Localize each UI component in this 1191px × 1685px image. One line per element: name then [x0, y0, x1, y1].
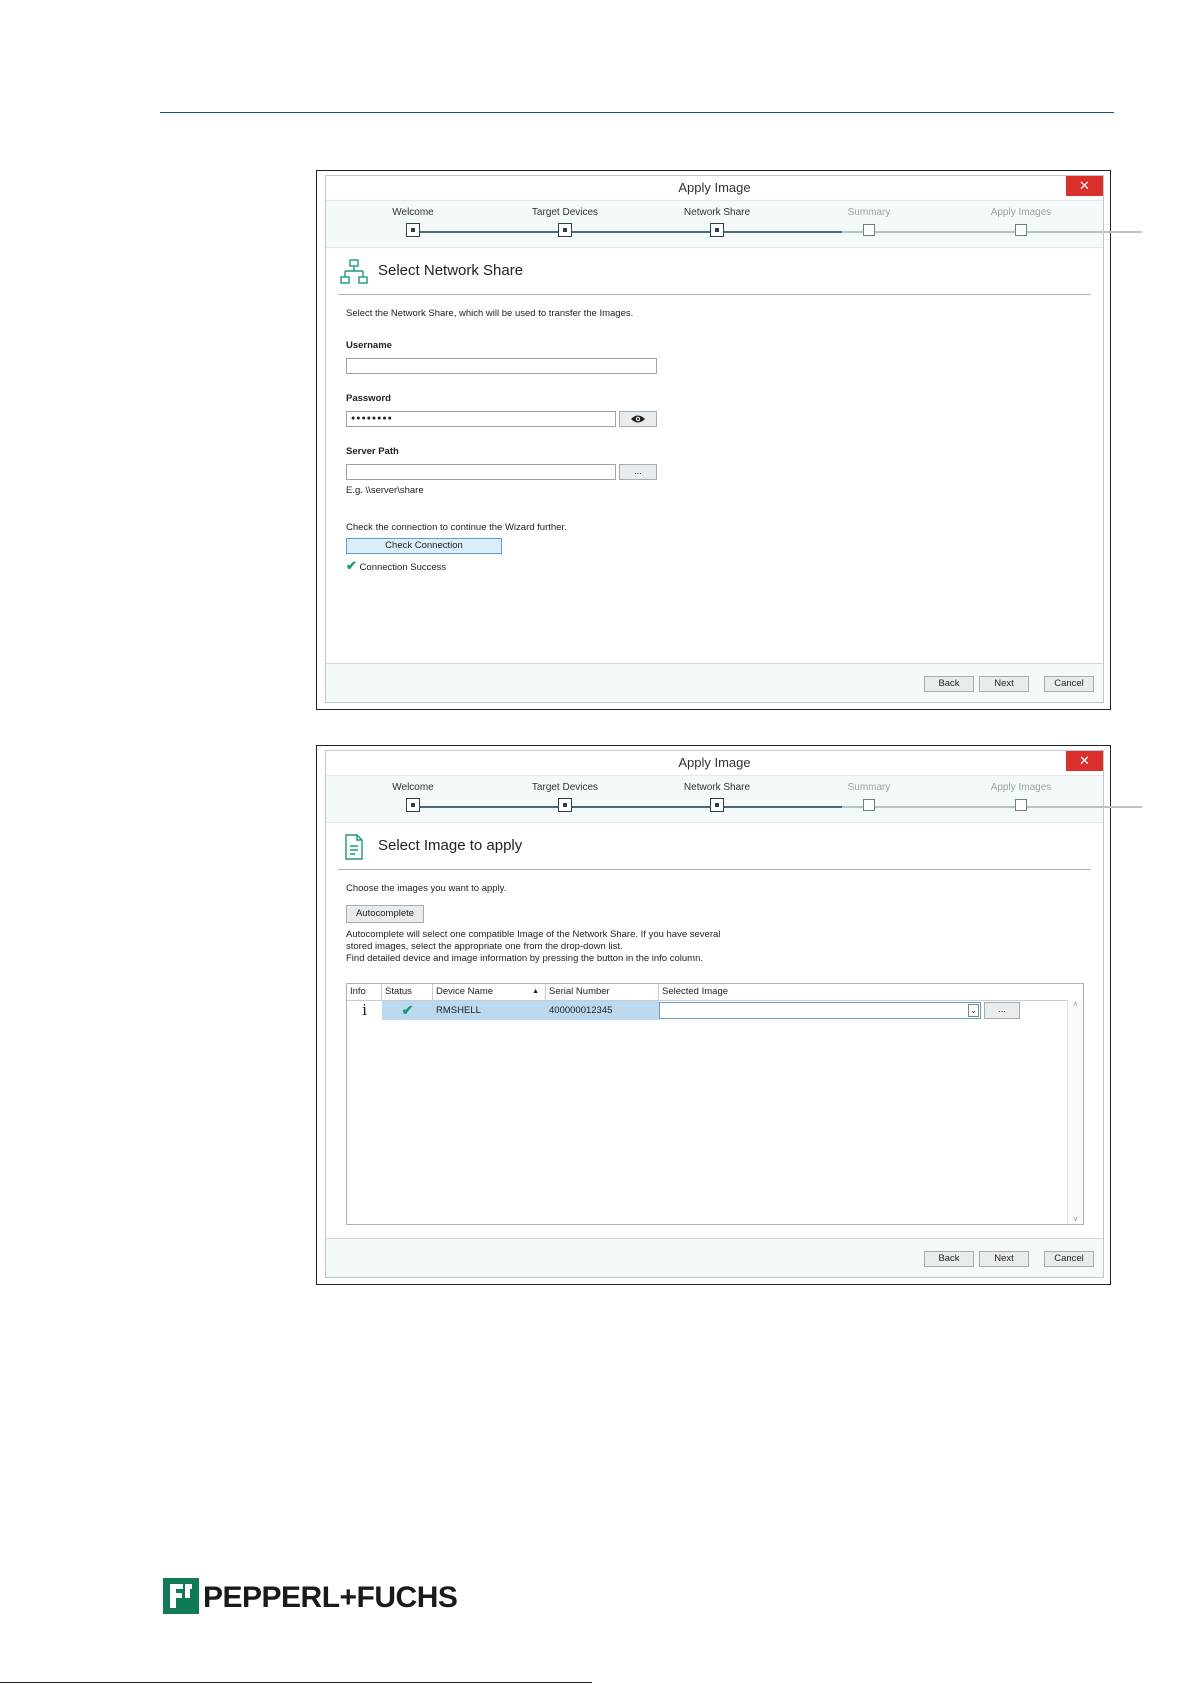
step-summary: Summary: [814, 207, 924, 236]
username-input[interactable]: [346, 358, 657, 374]
scroll-down-icon[interactable]: ˅: [1068, 1215, 1083, 1224]
footer-rule: [0, 1682, 592, 1683]
page-header: Select Image to apply: [338, 823, 1091, 870]
step-welcome: Welcome: [358, 207, 468, 237]
browse-button[interactable]: ...: [619, 464, 657, 480]
autocomplete-button[interactable]: Autocomplete: [346, 905, 424, 923]
help-line: stored images, select the appropriate on…: [346, 941, 623, 952]
column-header-label: Device Name: [436, 986, 494, 997]
page-header: Select Network Share: [338, 248, 1091, 295]
step-apply-images: Apply Images: [966, 207, 1076, 236]
wizard-footer: Back Next Cancel: [326, 663, 1103, 702]
network-icon: [340, 259, 368, 284]
step-welcome: Welcome: [358, 782, 468, 812]
step-network-share: Network Share: [662, 207, 772, 237]
server-path-input[interactable]: [346, 464, 616, 480]
step-apply-images: Apply Images: [966, 782, 1076, 811]
check-connection-button[interactable]: Check Connection: [346, 538, 502, 554]
step-network-share: Network Share: [662, 782, 772, 812]
wizard-stepper: Welcome Target Devices Network Share Sum…: [326, 775, 1142, 823]
device-image-table: Info Status Device Name ▲ Serial Number …: [346, 983, 1084, 1225]
network-share-form: Select the Network Share, which will be …: [346, 308, 1083, 608]
column-header-device-name[interactable]: Device Name ▲: [433, 984, 546, 1000]
scroll-up-icon[interactable]: ˄: [1068, 1000, 1083, 1009]
help-line: Find detailed device and image informati…: [346, 953, 703, 964]
page-title: Select Image to apply: [378, 837, 523, 854]
table-header: Info Status Device Name ▲ Serial Number …: [347, 984, 1068, 1001]
screenshot-frame-network-share: Apply Image ✕ Welcome Target Devices Net…: [316, 170, 1142, 710]
status-cell: ✔: [382, 1001, 433, 1020]
column-header-status[interactable]: Status: [382, 984, 433, 1000]
cancel-button[interactable]: Cancel: [1044, 1251, 1094, 1267]
logo-mark-icon: [163, 1578, 199, 1614]
password-input[interactable]: ●●●●●●●●: [346, 411, 616, 427]
checkmark-icon: ✔: [401, 1002, 414, 1018]
next-button[interactable]: Next: [979, 676, 1029, 692]
window-title: Apply Image: [678, 180, 751, 195]
step-target-devices: Target Devices: [510, 782, 620, 812]
image-browse-button[interactable]: ...: [984, 1002, 1020, 1019]
wizard-footer: Back Next Cancel: [326, 1238, 1103, 1277]
intro-text: Select the Network Share, which will be …: [346, 308, 634, 319]
header-rule: [160, 112, 1114, 113]
check-hint: Check the connection to continue the Wiz…: [346, 522, 567, 533]
title-bar: Apply Image ✕: [326, 751, 1103, 775]
back-button[interactable]: Back: [924, 1251, 974, 1267]
table-row[interactable]: i ✔ RMSHELL 400000012345 ⌄ ...: [347, 1001, 1068, 1020]
select-image-intro: Choose the images you want to apply. Aut…: [346, 883, 1083, 983]
selected-image-dropdown[interactable]: [659, 1002, 981, 1019]
intro-text: Choose the images you want to apply.: [346, 883, 507, 894]
connection-status-text: Connection Success: [359, 562, 447, 573]
stepper-progress-line: [414, 806, 842, 808]
back-button[interactable]: Back: [924, 676, 974, 692]
page-title: Select Network Share: [378, 262, 524, 279]
eye-icon: [631, 415, 645, 423]
close-button[interactable]: ✕: [1066, 176, 1103, 196]
password-label: Password: [346, 393, 391, 404]
help-text: Autocomplete will select one compatible …: [346, 929, 720, 965]
step-target-devices: Target Devices: [510, 207, 620, 237]
apply-image-window: Apply Image ✕ Welcome Target Devices Net…: [325, 750, 1142, 1278]
show-password-button[interactable]: [619, 411, 657, 427]
column-header-serial-number[interactable]: Serial Number: [546, 984, 659, 1000]
username-label: Username: [346, 340, 392, 351]
screenshot-frame-select-image: Apply Image ✕ Welcome Target Devices Net…: [316, 745, 1142, 1285]
chevron-down-icon[interactable]: ⌄: [968, 1004, 979, 1017]
connection-status: ✔ Connection Success: [346, 558, 446, 574]
next-button[interactable]: Next: [979, 1251, 1029, 1267]
column-header-selected-image[interactable]: Selected Image: [659, 984, 1068, 1000]
document-icon: [345, 834, 363, 860]
wizard-stepper: Welcome Target Devices Network Share Sum…: [326, 200, 1142, 248]
step-summary: Summary: [814, 782, 924, 811]
server-path-label: Server Path: [346, 446, 399, 457]
close-button[interactable]: ✕: [1066, 751, 1103, 771]
column-header-info[interactable]: Info: [347, 984, 382, 1000]
apply-image-window: Apply Image ✕ Welcome Target Devices Net…: [325, 175, 1142, 703]
logo-text: PEPPERL+FUCHS: [203, 1581, 458, 1614]
serial-number-cell: 400000012345: [549, 1005, 613, 1016]
cancel-button[interactable]: Cancel: [1044, 676, 1094, 692]
device-name-cell: RMSHELL: [436, 1005, 481, 1016]
info-button[interactable]: i: [347, 1001, 382, 1020]
window-title: Apply Image: [678, 755, 751, 770]
checkmark-icon: ✔: [346, 558, 357, 573]
help-line: Autocomplete will select one compatible …: [346, 929, 721, 940]
stepper-progress-line: [414, 231, 842, 233]
table-scrollbar[interactable]: ˄ ˅: [1067, 1000, 1083, 1224]
title-bar: Apply Image ✕: [326, 176, 1103, 200]
server-path-example: E.g. \\server\share: [346, 485, 424, 496]
sort-ascending-icon: ▲: [532, 988, 539, 995]
